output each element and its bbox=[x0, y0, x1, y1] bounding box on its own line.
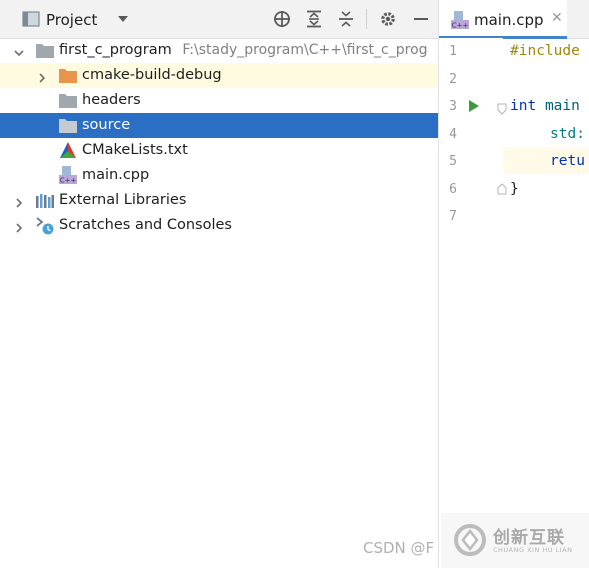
tree-item-headers[interactable]: headers bbox=[0, 88, 438, 113]
code-editor: C++ main.cpp ✕ 1 2 3 4 5 6 7 #include in… bbox=[438, 0, 589, 568]
folder-icon bbox=[59, 93, 77, 108]
tree-item-source[interactable]: source bbox=[0, 113, 438, 138]
library-icon bbox=[36, 193, 54, 208]
svg-text:C++: C++ bbox=[60, 177, 77, 185]
code-line-1[interactable]: #include bbox=[510, 43, 580, 59]
tree-item-label: Scratches and Consoles bbox=[59, 217, 232, 233]
chevron-down-icon[interactable] bbox=[114, 0, 132, 38]
line-number: 4 bbox=[449, 127, 457, 142]
collapse-all-icon[interactable] bbox=[335, 0, 357, 38]
tree-item-label: cmake-build-debug bbox=[82, 67, 222, 83]
tree-item-cmake-build-debug[interactable]: cmake-build-debug bbox=[0, 63, 438, 88]
folder-icon bbox=[59, 118, 77, 133]
tree-item-first-c-program[interactable]: first_c_program F:\stady_program\C++\fir… bbox=[0, 38, 438, 63]
tab-main-cpp[interactable]: C++ main.cpp ✕ bbox=[439, 0, 567, 39]
function-name: main bbox=[544, 98, 580, 114]
run-icon[interactable] bbox=[468, 98, 480, 117]
keyword-int: int bbox=[510, 98, 537, 114]
code-line-3[interactable]: int main bbox=[510, 98, 580, 114]
gear-icon[interactable] bbox=[377, 0, 399, 38]
close-icon[interactable]: ✕ bbox=[551, 10, 563, 26]
tree-item-label: first_c_program F:\stady_program\C++\fir… bbox=[59, 42, 428, 59]
line-number: 6 bbox=[449, 182, 457, 197]
line-number: 3 bbox=[449, 99, 457, 114]
expand-all-icon[interactable] bbox=[303, 0, 325, 38]
cpp-file-icon: C++ bbox=[451, 11, 469, 34]
brand-subtitle: CHUANG XIN HU LIAN bbox=[493, 546, 573, 554]
tree-item-external-libraries[interactable]: External Libraries bbox=[0, 188, 438, 213]
chevron-right-icon[interactable] bbox=[36, 69, 48, 83]
project-path: F:\stady_program\C++\first_c_prog bbox=[182, 42, 428, 58]
editor-gutter bbox=[439, 38, 503, 568]
chevron-right-icon[interactable] bbox=[13, 219, 25, 233]
code-line-5[interactable]: retu bbox=[550, 153, 585, 169]
tree-item-label: source bbox=[82, 117, 131, 133]
svg-text:C++: C++ bbox=[452, 22, 469, 30]
cpp-file-icon: C++ bbox=[59, 166, 77, 185]
line-number: 1 bbox=[449, 44, 457, 59]
chevron-right-icon[interactable] bbox=[13, 194, 25, 208]
chevron-down-icon[interactable] bbox=[13, 44, 25, 57]
cmake-icon bbox=[59, 141, 77, 158]
project-tool-window: Project first_c_program F:\stady_program… bbox=[0, 0, 438, 568]
tree-item-main-cpp[interactable]: C++ main.cpp bbox=[0, 163, 438, 188]
code-line-6[interactable]: } bbox=[510, 181, 519, 197]
locate-icon[interactable] bbox=[271, 0, 293, 38]
tree-item-scratches-and-consoles[interactable]: Scratches and Consoles bbox=[0, 213, 438, 238]
tree-item-label: main.cpp bbox=[82, 167, 150, 183]
header-divider bbox=[366, 9, 367, 29]
folder-icon bbox=[36, 43, 54, 58]
brand-logo-icon bbox=[453, 523, 487, 561]
scratches-icon bbox=[36, 216, 54, 235]
project-panel-title[interactable]: Project bbox=[46, 11, 97, 29]
editor-tab-bar: C++ main.cpp ✕ bbox=[439, 0, 589, 39]
tab-label: main.cpp bbox=[474, 11, 544, 29]
project-view-icon bbox=[20, 0, 42, 38]
code-line-4[interactable]: std: bbox=[550, 126, 585, 142]
tree-item-cmakelists[interactable]: CMakeLists.txt bbox=[0, 138, 438, 163]
brand-name: 创新互联 bbox=[493, 528, 565, 548]
tree-item-label: External Libraries bbox=[59, 192, 187, 208]
line-number: 7 bbox=[449, 209, 457, 224]
fold-icon[interactable] bbox=[497, 180, 507, 199]
tree-item-label: CMakeLists.txt bbox=[82, 142, 188, 158]
folder-icon bbox=[59, 68, 77, 83]
brand-watermark: 创新互联 CHUANG XIN HU LIAN bbox=[441, 513, 589, 568]
line-number: 5 bbox=[449, 154, 457, 169]
line-number: 2 bbox=[449, 72, 457, 87]
fold-icon[interactable] bbox=[497, 100, 507, 119]
minimize-icon[interactable] bbox=[410, 0, 432, 38]
project-name: first_c_program bbox=[59, 42, 172, 58]
project-panel-header: Project bbox=[0, 0, 438, 39]
tree-item-label: headers bbox=[82, 92, 141, 108]
csdn-watermark: CSDN @F bbox=[363, 539, 435, 557]
